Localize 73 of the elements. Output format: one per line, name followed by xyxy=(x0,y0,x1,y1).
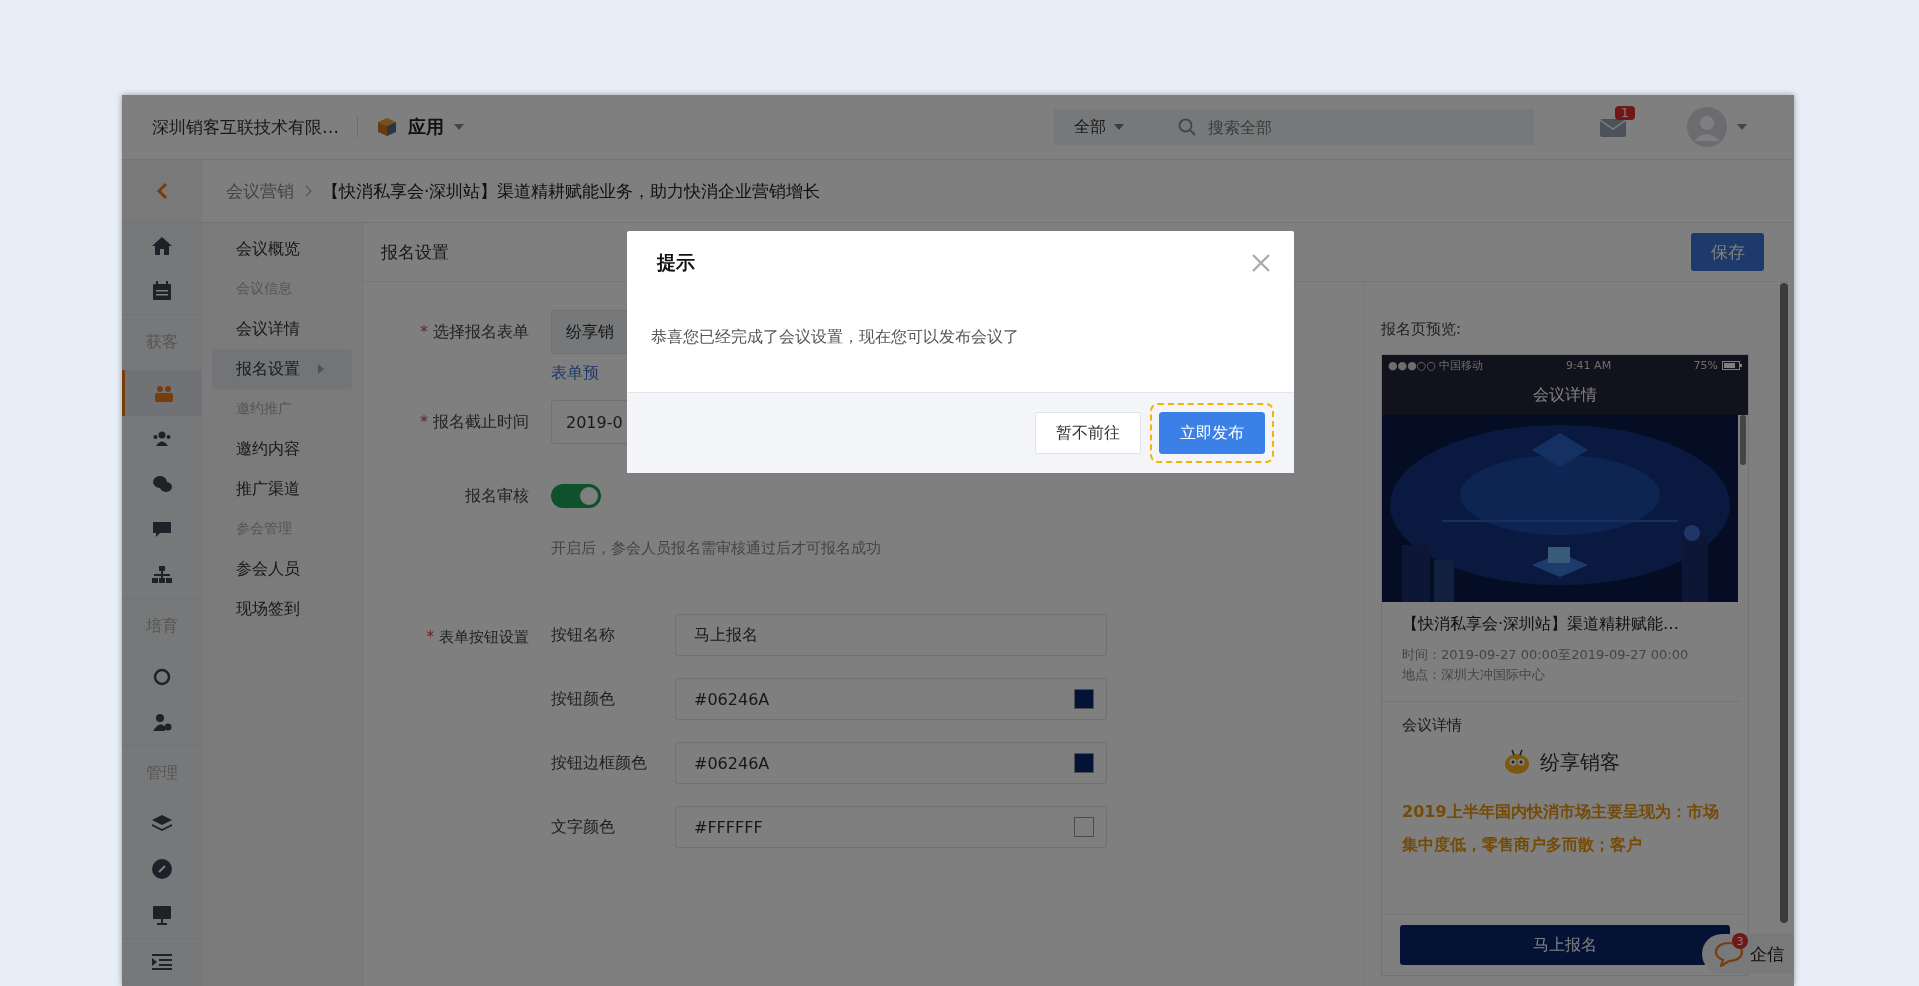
sidebar-item[interactable] xyxy=(122,370,202,416)
field-label: * 选择报名表单 xyxy=(419,321,530,343)
menu-item[interactable]: 会议详情 xyxy=(212,309,352,349)
collapse-icon[interactable] xyxy=(152,954,172,971)
color-swatch[interactable] xyxy=(1074,817,1094,837)
page-title: 报名设置 xyxy=(381,240,449,264)
chevron-icon xyxy=(304,185,312,197)
color-swatch[interactable] xyxy=(1074,689,1094,709)
org-chart-icon xyxy=(151,563,173,586)
toggle-switch[interactable] xyxy=(551,484,601,508)
calendar-icon xyxy=(151,280,173,303)
mail-icon[interactable] xyxy=(1599,116,1627,138)
field-label: * 表单按钮设置 xyxy=(425,627,530,647)
menu-item[interactable]: 报名设置 xyxy=(212,349,352,389)
save-button[interactable]: 保存 xyxy=(1691,233,1764,271)
notification-badge: 3 xyxy=(1732,933,1748,949)
dialog-message: 恭喜您已经完成了会议设置，现在您可以发布会议了 xyxy=(650,326,1020,348)
menu-item[interactable]: 推广渠道 xyxy=(212,469,352,509)
close-icon[interactable] xyxy=(1252,254,1270,272)
color-swatch[interactable] xyxy=(1074,753,1094,773)
field-label: 报名审核 xyxy=(464,485,530,507)
back-icon[interactable] xyxy=(156,182,168,200)
bee-logo-icon xyxy=(1502,747,1532,777)
search-field[interactable]: 搜索全部 xyxy=(1206,116,1534,138)
preview-label: 报名页预览: xyxy=(1381,320,1463,340)
battery-icon xyxy=(1722,360,1742,370)
monitor-icon xyxy=(151,903,173,926)
dialog-title: 提示 xyxy=(657,250,695,275)
caret-icon xyxy=(1737,124,1747,130)
scope-dropdown[interactable]: 全部 xyxy=(1054,109,1174,145)
menu-item[interactable]: 参会人员 xyxy=(212,549,352,589)
field-label: 按钮名称 xyxy=(551,624,616,646)
app-menu[interactable]: 应用 xyxy=(408,115,444,139)
section-title: 会议详情 xyxy=(1402,716,1463,735)
caret-icon xyxy=(454,124,464,130)
cancel-button[interactable]: 暂不前往 xyxy=(1035,412,1141,454)
menu-item[interactable]: 邀约内容 xyxy=(212,429,352,469)
field-label: 按钮边框颜色 xyxy=(551,752,648,774)
caret-icon xyxy=(318,364,324,374)
breadcrumb-link[interactable]: 会议营销 xyxy=(226,179,294,203)
brand-name: 纷享销客 xyxy=(1540,748,1620,776)
phone-nav-title: 会议详情 xyxy=(1382,375,1748,415)
chat-label: 企信 xyxy=(1750,942,1784,966)
carrier-text: ●●●○○ 中国移动 xyxy=(1388,357,1484,373)
field-label: * 报名截止时间 xyxy=(419,411,530,433)
signup-button[interactable]: 马上报名 xyxy=(1400,925,1730,965)
user-icon xyxy=(151,711,173,734)
search-icon xyxy=(1178,118,1196,136)
caret-icon xyxy=(1114,124,1124,130)
input-field[interactable]: 马上报名 xyxy=(675,614,1107,656)
box-icon xyxy=(376,116,398,138)
field-label: 文字颜色 xyxy=(551,816,616,838)
breadcrumb-current: 【快消私享会·深圳站】渠道精耕赋能业务，助力快消企业营销增长 xyxy=(322,179,821,203)
event-time: 时间：2019-09-27 00:00至2019-09-27 00:00 xyxy=(1402,646,1690,664)
field-label: 按钮颜色 xyxy=(551,688,616,710)
scrollbar[interactable] xyxy=(1780,283,1788,923)
company-name[interactable]: 深圳销客互联技术有限… xyxy=(152,115,339,139)
notification-badge: 1 xyxy=(1615,106,1635,120)
color-field[interactable]: #FFFFFF xyxy=(675,806,1107,848)
search-bar[interactable]: 搜索全部 xyxy=(1174,109,1534,145)
publish-button[interactable]: 立即发布 xyxy=(1159,412,1265,454)
battery-text: 75% xyxy=(1693,358,1718,372)
color-field[interactable]: #06246A xyxy=(675,742,1107,784)
home-icon xyxy=(151,234,173,257)
chat-widget[interactable]: 3 企信 xyxy=(1702,934,1794,974)
color-field[interactable]: #06246A xyxy=(675,678,1107,720)
scrollbar[interactable] xyxy=(1740,415,1746,465)
clock-text: 9:41 AM xyxy=(1565,358,1612,372)
event-title: 【快消私享会·深圳站】渠道精耕赋能… xyxy=(1402,614,1681,635)
preview-link[interactable]: 表单预 xyxy=(551,362,599,384)
menu-item[interactable]: 会议概览 xyxy=(212,229,352,269)
intro-text: 2019上半年国内快消市场主要呈现为：市场集中度低，零售商户多而散；客户 xyxy=(1402,801,1720,856)
menu-item[interactable]: 现场签到 xyxy=(212,589,352,629)
